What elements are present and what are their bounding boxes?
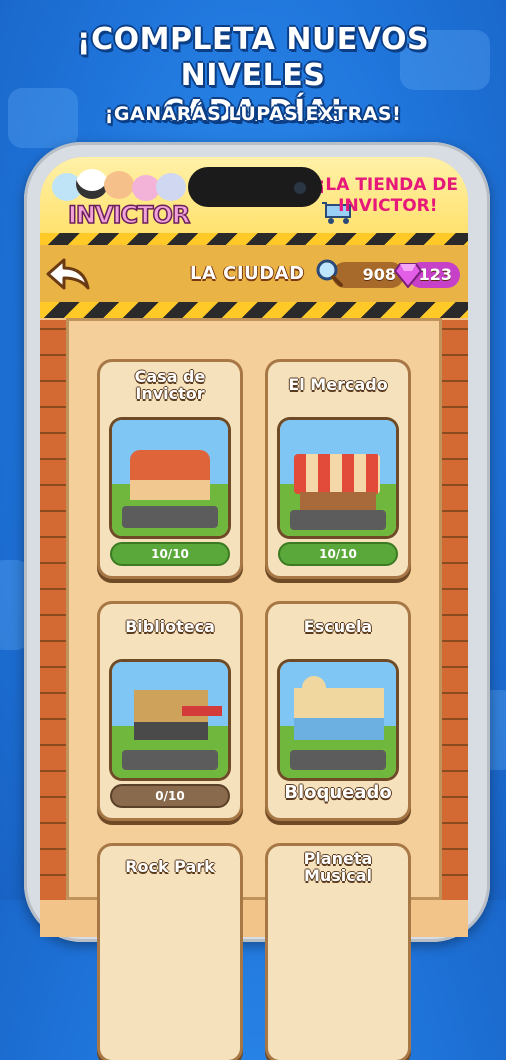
crates-shape <box>300 492 376 510</box>
road-shape <box>290 510 386 530</box>
camera-lens-icon <box>294 182 306 194</box>
shop-line1: ¡LA TIENDA DE <box>317 175 458 195</box>
house-image <box>112 420 228 536</box>
level-title: Biblioteca <box>125 617 215 636</box>
market-stall-icon <box>294 454 380 494</box>
headline-sub: ¡GANARÁS LUPAS EXTRAS! <box>104 103 402 125</box>
level-card[interactable]: Escuela Bloqueado <box>268 604 408 818</box>
level-title: Casa de Invictor <box>134 367 206 403</box>
shop-line2: INVICTOR! <box>338 196 438 216</box>
gem-icon <box>394 263 422 288</box>
school-image <box>280 662 396 778</box>
library-image <box>112 662 228 778</box>
road-shape <box>122 506 218 528</box>
brick-wall-left <box>40 320 68 900</box>
page-title: LA CIUDAD <box>190 263 305 284</box>
level-title: Planeta Musical <box>303 849 373 885</box>
level-title: Escuela <box>303 617 373 636</box>
level-progress: 10/10 <box>112 544 228 564</box>
level-title: El Mercado <box>288 375 388 394</box>
hazard-stripe-bottom <box>40 302 468 318</box>
house-icon <box>130 450 210 500</box>
brick-wall-right <box>440 320 468 900</box>
awning-shape <box>182 706 222 716</box>
mascot-icon <box>156 173 186 201</box>
level-card[interactable]: Planeta Musical <box>268 846 408 1060</box>
road-shape <box>122 750 218 770</box>
level-card[interactable]: Biblioteca 0/10 <box>100 604 240 818</box>
shop-promo-text: ¡LA TIENDA DE INVICTOR! <box>318 175 458 217</box>
road-shape <box>290 750 386 770</box>
locked-label: Bloqueado <box>284 782 392 803</box>
mascot-icon <box>104 171 134 199</box>
magnifier-icon <box>316 259 343 287</box>
market-image <box>280 420 396 536</box>
magnifier-count: 908 <box>362 265 396 284</box>
clock-tower-shape <box>302 676 326 706</box>
gem-count: 123 <box>418 265 452 284</box>
level-progress: 0/10 <box>112 786 228 806</box>
headline-line1: ¡COMPLETA NUEVOS NIVELES <box>76 22 430 93</box>
level-card[interactable]: Rock Park <box>100 846 240 1060</box>
level-title: Rock Park <box>125 857 215 876</box>
level-card[interactable]: El Mercado 10/10 <box>268 362 408 576</box>
logo-text: INVICTOR <box>67 200 191 230</box>
level-progress: 10/10 <box>280 544 396 564</box>
level-card[interactable]: Casa de Invictor 10/10 <box>100 362 240 576</box>
back-arrow-icon[interactable] <box>44 258 92 292</box>
